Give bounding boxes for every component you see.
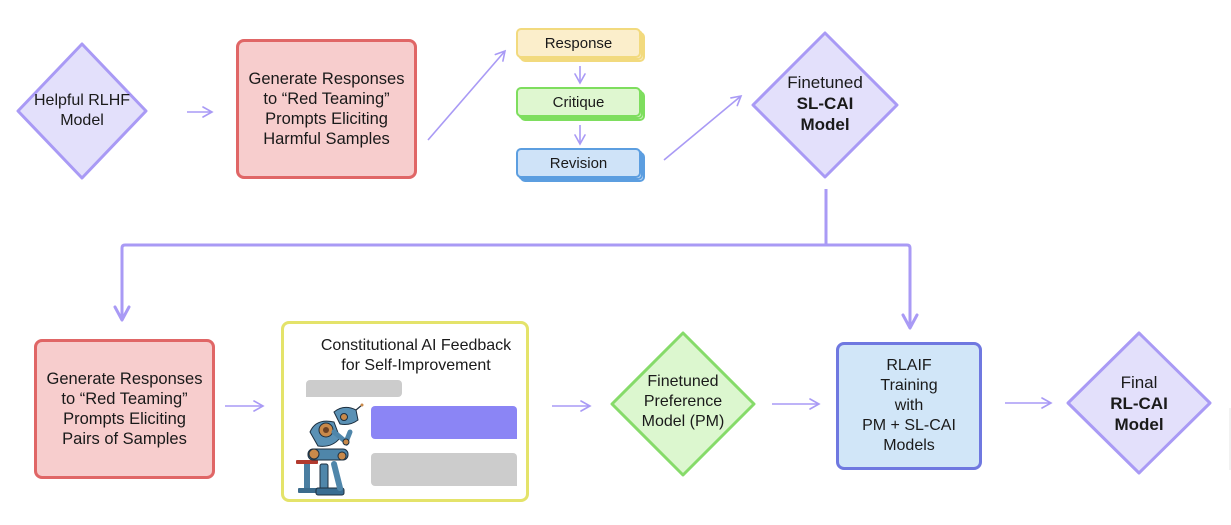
critique-label: Critique — [552, 93, 605, 111]
node-response-stack: Response — [516, 28, 645, 62]
label-line: PM + SL-CAI — [862, 417, 956, 434]
node-helpful-rlhf-model: Helpful RLHF Model — [22, 51, 142, 171]
helpful-rlhf-label: Helpful RLHF Model — [34, 91, 130, 131]
arrow-generate-to-response — [427, 49, 507, 141]
label-line: Constitutional AI Feedback — [320, 337, 512, 354]
sl-cai-label: Finetuned SL-CAI Model — [787, 72, 863, 135]
generate-pairs-label: Generate Responses to “Red Teaming” Prom… — [47, 369, 203, 449]
connector-to-rlaif — [826, 243, 919, 330]
label-line-bold: Model — [800, 114, 850, 134]
critique-card: Critique — [516, 87, 641, 117]
chat-bubble-gray-long — [371, 453, 517, 486]
label-line: Helpful RLHF — [33, 92, 131, 109]
label-line: Finetuned — [787, 72, 863, 92]
label-line: Prompts Eliciting — [265, 110, 388, 128]
label-line: to “Red Teaming” — [61, 390, 188, 408]
preference-model-label: Finetuned Preference Model (PM) — [642, 372, 725, 432]
label-line: Preference — [643, 393, 723, 410]
node-final-rl-cai-model: Final RL-CAI Model — [1070, 338, 1208, 468]
label-line: Model (PM) — [641, 413, 725, 430]
final-model-label: Final RL-CAI Model — [1110, 372, 1168, 435]
label-line-bold: SL-CAI — [796, 93, 854, 113]
label-line: Models — [883, 437, 935, 454]
node-constitutional-ai-feedback: Constitutional AI Feedback for Self-Impr… — [281, 321, 529, 502]
chat-bubble-gray-short — [306, 380, 402, 397]
arrow-revision-to-sl-cai — [663, 94, 743, 161]
label-line: Training — [880, 377, 938, 394]
label-line: Final — [1120, 372, 1158, 392]
response-label: Response — [544, 34, 613, 52]
label-line: to “Red Teaming” — [263, 90, 390, 108]
label-line: RLAIF — [886, 357, 932, 374]
thinking-robot-icon — [296, 403, 364, 496]
chat-bubble-purple — [371, 406, 517, 439]
node-revision-stack: Revision — [516, 148, 645, 182]
node-generate-harmful-samples: Generate Responses to “Red Teaming” Prom… — [236, 39, 417, 179]
node-rlaif-training: RLAIF Training with PM + SL-CAI Models — [836, 342, 982, 470]
label-line: Generate Responses — [248, 70, 405, 88]
label-line: Harmful Samples — [263, 130, 390, 148]
label-line: with — [894, 397, 924, 414]
revision-card: Revision — [516, 148, 641, 178]
node-generate-pairs-of-samples: Generate Responses to “Red Teaming” Prom… — [34, 339, 215, 479]
label-line-bold: RL-CAI — [1110, 393, 1168, 413]
feedback-title: Constitutional AI Feedback for Self-Impr… — [306, 336, 526, 376]
node-critique-stack: Critique — [516, 87, 645, 121]
node-finetuned-preference-model: Finetuned Preference Model (PM) — [614, 340, 752, 470]
label-line-bold: Model — [1114, 414, 1164, 434]
label-line: Generate Responses — [46, 370, 203, 388]
generate-harmful-label: Generate Responses to “Red Teaming” Prom… — [249, 69, 405, 149]
label-line: Pairs of Samples — [62, 430, 187, 448]
revision-label: Revision — [549, 154, 608, 172]
node-finetuned-sl-cai-model: Finetuned SL-CAI Model — [755, 40, 895, 170]
rlaif-label: RLAIF Training with PM + SL-CAI Models — [862, 356, 956, 456]
label-line: for Self-Improvement — [341, 357, 491, 374]
connector-to-generate-pairs — [113, 243, 826, 322]
label-line: Model — [60, 112, 104, 129]
label-line: Prompts Eliciting — [63, 410, 186, 428]
response-card: Response — [516, 28, 641, 58]
label-line: Finetuned — [647, 373, 719, 390]
